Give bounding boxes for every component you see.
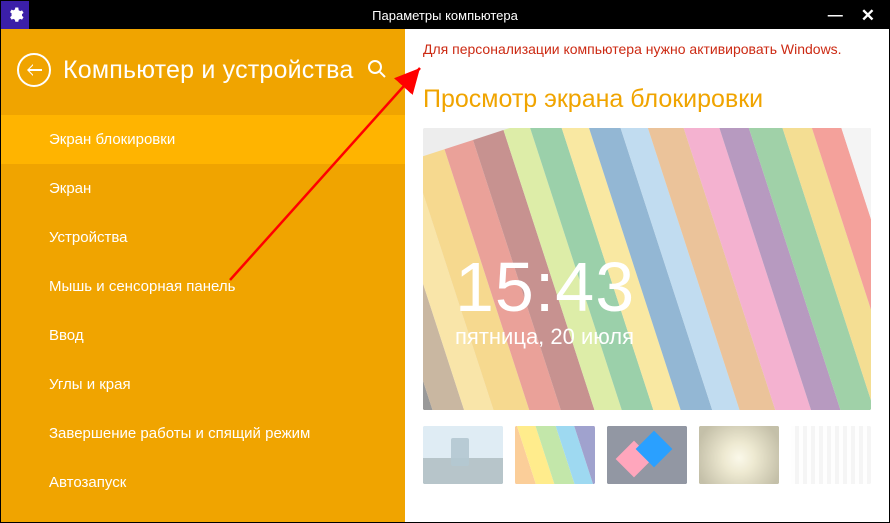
lock-screen-preview: 15:43 пятница, 20 июля <box>423 128 871 410</box>
sidebar-item-label: Автозапуск <box>49 474 126 491</box>
activation-warning: Для персонализации компьютера нужно акти… <box>423 41 871 57</box>
wallpaper-thumb-3[interactable] <box>607 426 687 484</box>
back-button[interactable] <box>17 53 51 87</box>
close-button[interactable]: ✕ <box>861 7 875 24</box>
lock-date: пятница, 20 июля <box>455 324 635 350</box>
sidebar-item-label: Экран <box>49 180 91 197</box>
wallpaper-thumbnails <box>423 426 871 484</box>
minimize-button[interactable]: — <box>828 8 843 23</box>
sidebar-title: Компьютер и устройства <box>63 56 353 85</box>
sidebar-item-label: Ввод <box>49 327 84 344</box>
sidebar-item-autostart[interactable]: Автозапуск <box>1 458 405 507</box>
sidebar-item-input[interactable]: Ввод <box>1 311 405 360</box>
sidebar-item-mouse-touchpad[interactable]: Мышь и сенсорная панель <box>1 262 405 311</box>
sidebar-item-label: Завершение работы и спящий режим <box>49 425 310 442</box>
wallpaper-thumb-1[interactable] <box>423 426 503 484</box>
sidebar-item-devices[interactable]: Устройства <box>1 213 405 262</box>
wallpaper-thumb-2[interactable] <box>515 426 595 484</box>
window-controls: — ✕ <box>828 7 889 24</box>
wallpaper-thumb-4[interactable] <box>699 426 779 484</box>
gear-icon <box>6 6 24 24</box>
lock-time: 15:43 <box>455 252 635 322</box>
window-title: Параметры компьютера <box>1 8 889 23</box>
arrow-left-icon <box>26 63 42 77</box>
lock-clock: 15:43 пятница, 20 июля <box>455 252 635 350</box>
sidebar-item-corners-edges[interactable]: Углы и края <box>1 360 405 409</box>
sidebar-item-label: Мышь и сенсорная панель <box>49 278 235 295</box>
app-icon <box>1 1 29 29</box>
sidebar-header: Компьютер и устройства <box>1 29 405 103</box>
sidebar-item-shutdown-sleep[interactable]: Завершение работы и спящий режим <box>1 409 405 458</box>
wallpaper-thumb-5[interactable] <box>791 426 871 484</box>
sidebar-item-lock-screen[interactable]: Экран блокировки <box>1 115 405 164</box>
settings-window: Параметры компьютера — ✕ Компьютер и уст… <box>0 0 890 523</box>
section-title: Просмотр экрана блокировки <box>423 85 871 114</box>
content-area: Компьютер и устройства Экран блокировки … <box>1 29 889 522</box>
main-panel: Для персонализации компьютера нужно акти… <box>405 29 889 522</box>
sidebar-item-label: Устройства <box>49 229 127 246</box>
titlebar: Параметры компьютера — ✕ <box>1 1 889 29</box>
sidebar-item-label: Углы и края <box>49 376 131 393</box>
sidebar: Компьютер и устройства Экран блокировки … <box>1 29 405 522</box>
sidebar-item-screen[interactable]: Экран <box>1 164 405 213</box>
sidebar-items: Экран блокировки Экран Устройства Мышь и… <box>1 115 405 507</box>
search-icon <box>367 59 387 79</box>
search-button[interactable] <box>367 59 389 81</box>
sidebar-item-label: Экран блокировки <box>49 131 175 148</box>
